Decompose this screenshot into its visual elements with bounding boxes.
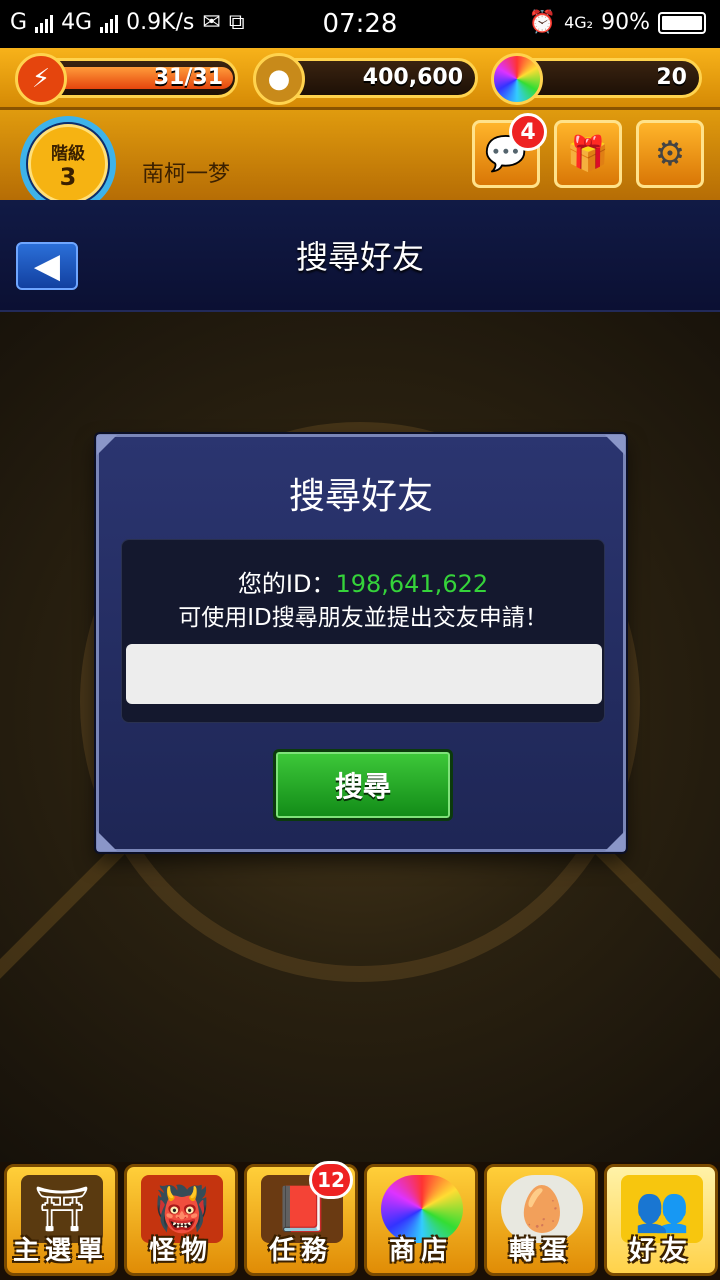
lightning-icon: ⚡: [15, 53, 67, 105]
dialog-corner: [605, 435, 625, 455]
rank-badge[interactable]: 階級 3: [28, 124, 108, 204]
stamina-value: 31/31: [153, 65, 223, 90]
user-id-line: 您的ID：198,641,622: [122, 564, 604, 599]
gift-icon: 🎁: [566, 134, 610, 174]
resource-bar: ⚡ 31/31 ● 400,600 20: [0, 48, 720, 110]
battery-percent: 90%: [601, 10, 650, 35]
search-friend-dialog: 搜尋好友 您的ID：198,641,622 可使用ID搜尋朋友並提出交友申請！ …: [96, 434, 626, 852]
tab-shop[interactable]: 商店: [364, 1164, 478, 1276]
player-header: 階級 3 南柯一梦 💬 4 🎁 ⚙: [0, 110, 720, 212]
chat-badge: 4: [509, 113, 547, 151]
bottom-nav: ⛩ 主選單 👹 怪物 📕 任務 12 商店 🥚 轉蛋 👥 好友: [0, 1161, 720, 1280]
player-name: 南柯一梦: [142, 162, 231, 187]
title-bar: ◀ 搜尋好友: [0, 200, 720, 312]
tab-label: 商店: [388, 1236, 453, 1266]
friend-id-input[interactable]: [126, 644, 602, 704]
gear-icon: ⚙: [654, 134, 686, 174]
status-right: ⏰ 4G₂ 90%: [529, 10, 706, 35]
alarm-icon: ⏰: [528, 10, 557, 35]
dialog-corner: [97, 435, 117, 455]
dialog-corner: [97, 831, 117, 851]
tab-gacha[interactable]: 🥚 轉蛋: [484, 1164, 598, 1276]
gold-counter[interactable]: ● 400,600: [253, 53, 478, 105]
dialog-title: 搜尋好友: [288, 476, 433, 517]
dialog-content-panel: 您的ID：198,641,622 可使用ID搜尋朋友並提出交友申請！: [121, 539, 605, 723]
user-id-label: 您的ID：: [237, 570, 336, 598]
coin-icon: ●: [253, 53, 305, 105]
page-title: 搜尋好友: [295, 238, 424, 276]
search-hint: 可使用ID搜尋朋友並提出交友申請！: [178, 605, 548, 631]
tab-label: 任務: [268, 1236, 333, 1266]
gold-value: 400,600: [362, 65, 463, 90]
rank-value: 3: [59, 162, 77, 191]
orb-icon: [491, 53, 543, 105]
user-id-value: 198,641,622: [335, 570, 489, 598]
search-button[interactable]: 搜尋: [273, 749, 453, 821]
tab-label: 好友: [628, 1236, 693, 1266]
tab-label: 主選單: [12, 1236, 109, 1266]
battery-icon: [658, 11, 706, 34]
orb-value: 20: [656, 65, 687, 90]
settings-button[interactable]: ⚙: [636, 120, 704, 188]
network2-label: 4G₂: [564, 13, 594, 32]
tab-label: 轉蛋: [508, 1236, 573, 1266]
tab-label: 怪物: [148, 1236, 213, 1266]
tab-main-menu[interactable]: ⛩ 主選單: [4, 1164, 118, 1276]
gift-button[interactable]: 🎁: [554, 120, 622, 188]
status-bar: G 4G 0.9K/s ✉ ⧉ 07:28 ⏰ 4G₂ 90%: [0, 0, 720, 48]
quest-badge: 12: [309, 1161, 353, 1199]
tab-quests[interactable]: 📕 任務 12: [244, 1161, 358, 1276]
dialog-corner: [605, 831, 625, 851]
tab-monsters[interactable]: 👹 怪物: [124, 1164, 238, 1276]
tab-friends[interactable]: 👥 好友: [604, 1164, 718, 1276]
chat-button[interactable]: 💬 4: [472, 113, 547, 188]
orb-counter[interactable]: 20: [491, 53, 702, 105]
rank-label: 階級: [51, 143, 85, 164]
stamina-meter[interactable]: ⚡ 31/31: [15, 53, 238, 105]
